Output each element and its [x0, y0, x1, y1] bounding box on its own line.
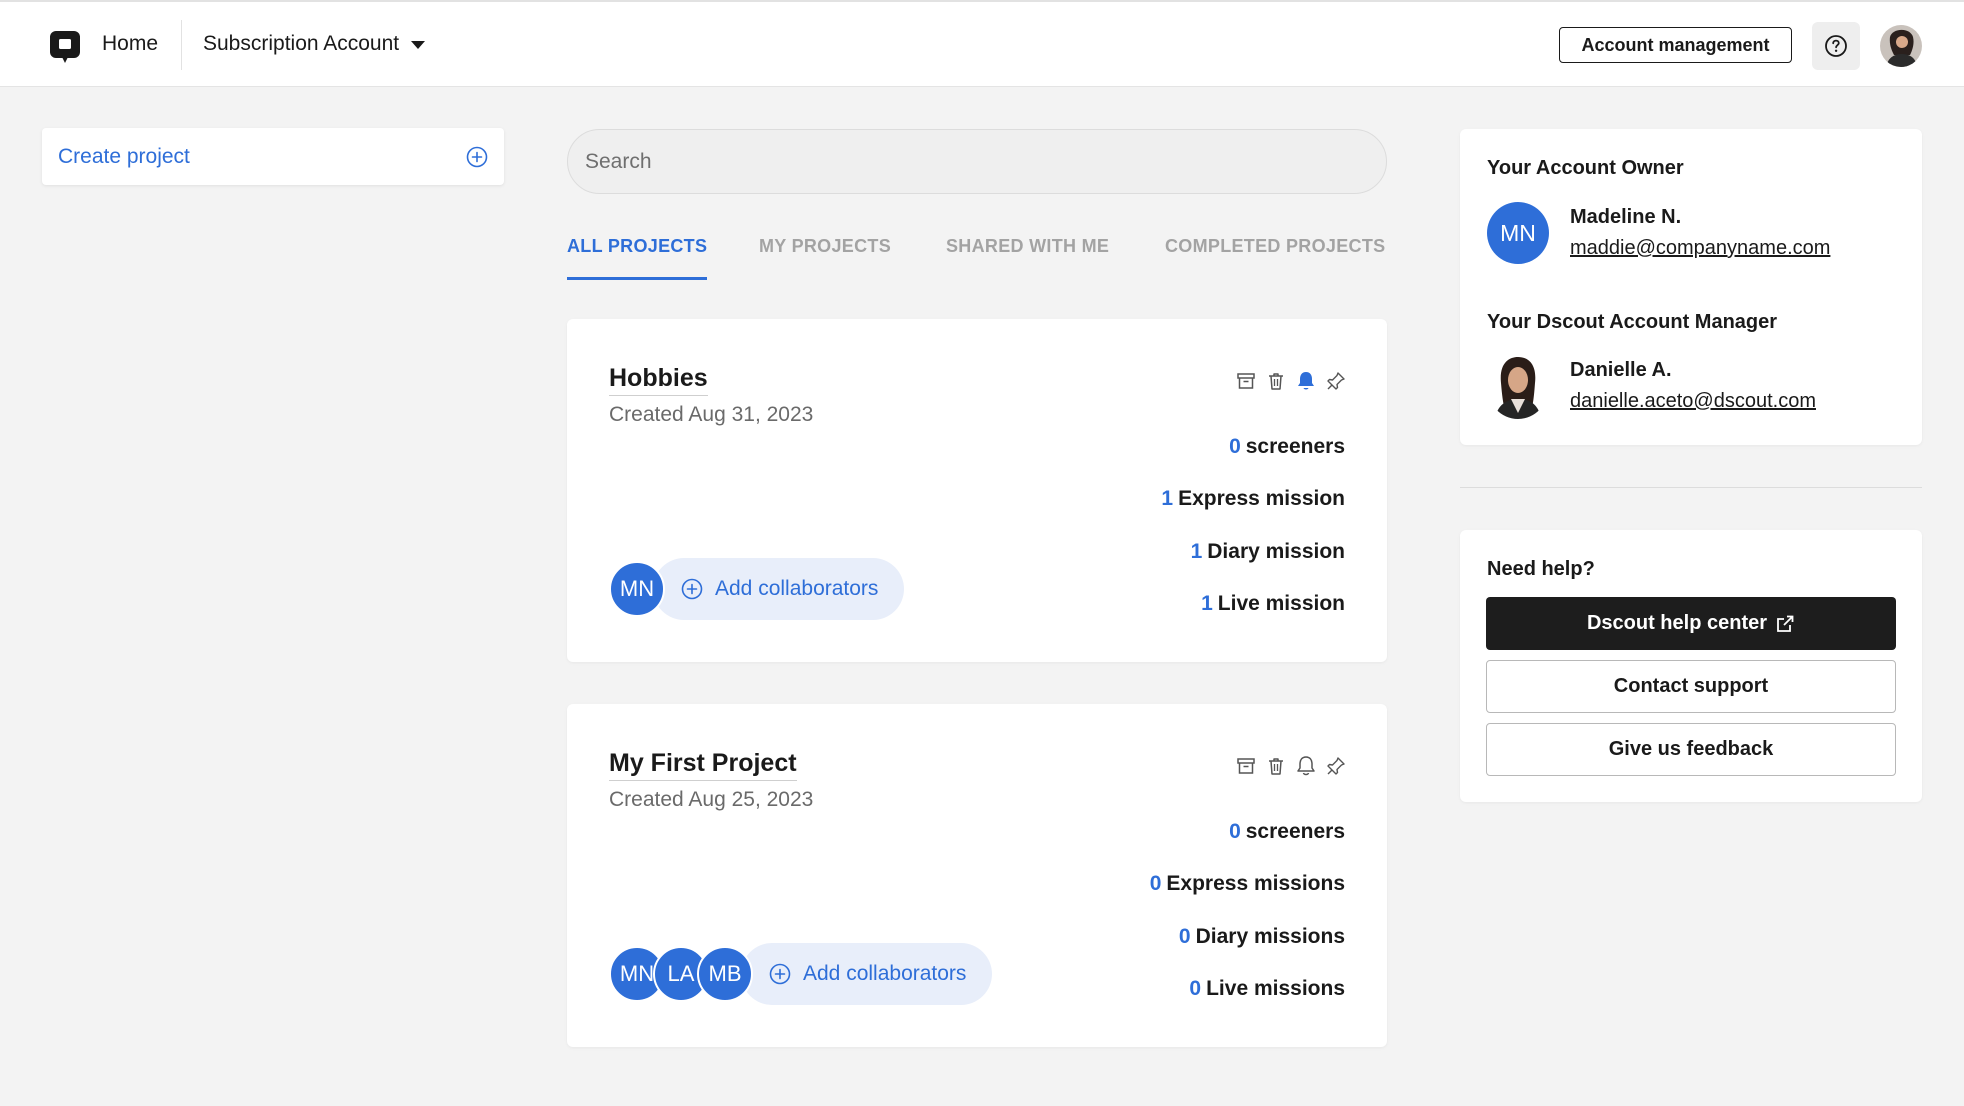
collaborators-row: MN LA MB Add collaborators	[609, 943, 993, 1005]
add-collaborators-button[interactable]: Add collaborators	[741, 943, 993, 1005]
plus-circle-icon	[466, 146, 488, 167]
express-missions-stat: 0 Express missions	[1150, 872, 1345, 896]
create-project-label: Create project	[58, 144, 190, 168]
stat-count: 0	[1178, 925, 1191, 948]
screeners-stat: 0 screeners	[1229, 435, 1345, 459]
manager-name: Danielle A.	[1570, 359, 1672, 381]
screeners-stat: 0 screeners	[1229, 820, 1345, 844]
stat-count: 1	[1201, 592, 1213, 615]
chevron-down-icon	[411, 41, 426, 49]
tab-shared-with-me[interactable]: SHARED WITH ME	[946, 236, 1109, 280]
live-mission-stat: 1 Live mission	[1201, 592, 1345, 616]
stat-label: Express missions	[1166, 872, 1345, 895]
nav-divider	[181, 20, 182, 70]
project-created-date: Created Aug 31, 2023	[609, 403, 814, 426]
manager-avatar	[1487, 353, 1549, 419]
add-collaborators-button[interactable]: Add collaborators	[653, 558, 905, 620]
stat-label: Diary missions	[1195, 925, 1345, 948]
stat-count: 0	[1229, 435, 1241, 458]
stat-count: 0	[1229, 820, 1241, 843]
question-circle-icon	[1825, 35, 1847, 57]
external-link-icon	[1777, 615, 1794, 632]
diary-mission-stat: 1 Diary mission	[1191, 540, 1345, 564]
stat-label: screeners	[1245, 820, 1345, 843]
project-created-date: Created Aug 25, 2023	[609, 788, 814, 811]
bell-icon[interactable]	[1295, 369, 1317, 393]
trash-icon[interactable]	[1265, 369, 1287, 393]
top-navigation-bar: Home Subscription Account Account manage…	[0, 0, 1964, 87]
help-center-button[interactable]: Dscout help center	[1486, 597, 1896, 650]
stat-label: Live missions	[1206, 977, 1345, 1000]
account-manager-heading: Your Dscout Account Manager	[1487, 311, 1778, 333]
archive-icon[interactable]	[1235, 754, 1257, 778]
owner-email-link[interactable]: maddie@companyname.com	[1570, 237, 1830, 260]
add-collaborators-label: Add collaborators	[803, 962, 967, 985]
panel-divider	[1460, 487, 1922, 488]
collaborators-row: MN Add collaborators	[609, 558, 905, 620]
collaborator-avatar[interactable]: MN	[609, 561, 665, 617]
subscription-account-dropdown[interactable]: Subscription Account	[203, 32, 426, 56]
tab-all-projects[interactable]: ALL PROJECTS	[567, 236, 708, 280]
project-actions	[1235, 369, 1347, 393]
account-owner-heading: Your Account Owner	[1487, 157, 1684, 179]
dscout-logo-icon[interactable]	[49, 30, 81, 64]
owner-avatar: MN	[1487, 202, 1549, 264]
account-contacts-panel: Your Account Owner MN Madeline N. maddie…	[1460, 129, 1922, 445]
stat-label: Express mission	[1178, 487, 1345, 510]
plus-circle-icon	[769, 963, 791, 985]
live-missions-stat: 0 Live missions	[1189, 977, 1345, 1001]
nav-home-link[interactable]: Home	[102, 32, 158, 56]
project-card[interactable]: Hobbies Created Aug 31, 2023 0 screeners …	[567, 319, 1387, 662]
give-feedback-button[interactable]: Give us feedback	[1486, 723, 1896, 776]
need-help-heading: Need help?	[1487, 558, 1595, 580]
help-button[interactable]	[1812, 22, 1860, 70]
owner-name: Madeline N.	[1570, 206, 1682, 228]
diary-missions-stat: 0 Diary missions	[1179, 925, 1345, 949]
bell-outline-icon[interactable]	[1295, 754, 1317, 778]
stat-label: Diary mission	[1207, 540, 1345, 563]
add-collaborators-label: Add collaborators	[715, 577, 879, 600]
stat-count: 1	[1161, 487, 1174, 510]
contact-support-button[interactable]: Contact support	[1486, 660, 1896, 713]
account-management-button[interactable]: Account management	[1559, 27, 1792, 63]
help-center-label: Dscout help center	[1586, 612, 1768, 634]
project-actions	[1235, 754, 1347, 778]
project-card[interactable]: My First Project Created Aug 25, 2023 0s…	[567, 704, 1387, 1047]
help-panel: Need help? Dscout help center Contact su…	[1460, 530, 1922, 802]
pin-icon[interactable]	[1325, 754, 1347, 778]
stat-label: screeners	[1245, 435, 1345, 458]
tab-my-projects[interactable]: MY PROJECTS	[759, 236, 891, 280]
express-mission-stat: 1 Express mission	[1161, 487, 1345, 511]
subscription-account-label: Subscription Account	[203, 32, 400, 55]
stat-label: Live mission	[1217, 592, 1345, 615]
manager-email-link[interactable]: danielle.aceto@dscout.com	[1570, 390, 1816, 413]
collaborator-avatar[interactable]: MB	[697, 946, 753, 1002]
project-title[interactable]: My First Project	[609, 749, 797, 781]
user-avatar[interactable]	[1880, 25, 1922, 67]
trash-icon[interactable]	[1265, 754, 1287, 778]
stat-count: 1	[1190, 540, 1203, 563]
stat-count: 0	[1189, 977, 1202, 1000]
plus-circle-icon	[681, 578, 703, 600]
pin-icon[interactable]	[1325, 369, 1347, 393]
stat-count: 0	[1149, 872, 1162, 895]
project-title[interactable]: Hobbies	[609, 364, 708, 396]
create-project-button[interactable]: Create project	[42, 128, 504, 185]
search-input[interactable]	[567, 129, 1387, 194]
archive-icon[interactable]	[1235, 369, 1257, 393]
tab-completed-projects[interactable]: COMPLETED PROJECTS	[1165, 236, 1385, 280]
